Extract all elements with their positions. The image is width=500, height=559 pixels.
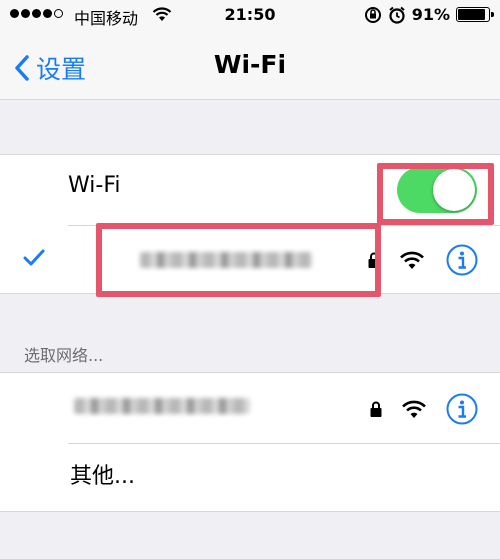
wifi-signal-icon: [402, 400, 426, 418]
info-icon[interactable]: [446, 244, 478, 276]
alarm-icon: [389, 6, 405, 24]
checkmark-icon: [23, 249, 45, 266]
lock-icon: [370, 401, 382, 417]
highlight-box-network: [96, 223, 381, 297]
available-networks-group: 其他...: [0, 372, 500, 512]
network-name-redacted: [74, 398, 250, 414]
network-row[interactable]: [0, 373, 500, 443]
status-bar: 中国移动 21:50 91%: [0, 0, 500, 30]
wifi-toggle-label: Wi-Fi: [68, 173, 121, 198]
other-network-row[interactable]: 其他...: [0, 444, 500, 513]
other-network-label: 其他...: [70, 464, 135, 489]
wifi-signal-icon: [400, 251, 424, 269]
section-header-choose-network: 选取网络...: [24, 346, 104, 365]
battery-icon: [456, 7, 494, 22]
navigation-bar: 设置 Wi-Fi: [0, 30, 500, 100]
info-icon[interactable]: [446, 393, 478, 425]
page-title: Wi-Fi: [213, 50, 287, 79]
rotation-lock-icon: [364, 6, 381, 23]
battery-percent: 91%: [411, 5, 450, 24]
highlight-box-toggle: [377, 163, 494, 225]
